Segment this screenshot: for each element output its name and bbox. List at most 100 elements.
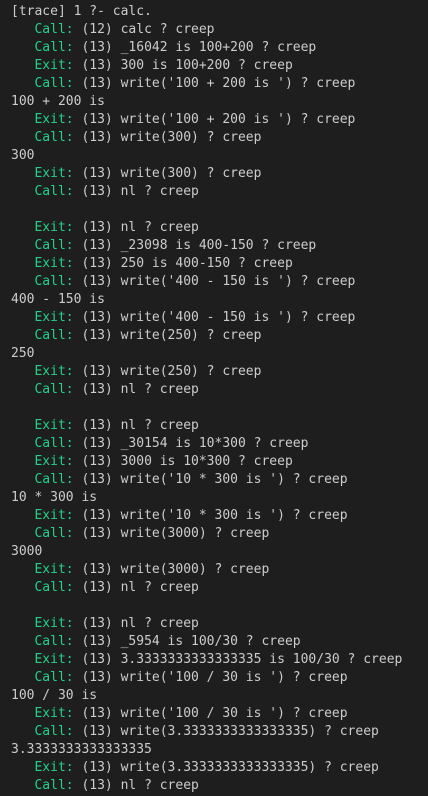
- trace-line: Call: (13) write('10 * 300 is ') ? creep: [11, 471, 428, 489]
- trace-goal-text: (13) nl ? creep: [73, 778, 199, 793]
- trace-goal-text: (13) write('400 - 150 is ') ? creep: [73, 310, 356, 325]
- trace-indent: [11, 58, 34, 73]
- terminal-output[interactable]: [trace] 1 ?- calc. Call: (12) calc ? cre…: [0, 0, 428, 796]
- trace-port-label: Exit:: [34, 706, 74, 721]
- trace-goal-text: (13) write(3000) ? creep: [73, 562, 270, 577]
- trace-line: Call: (13) write(250) ? creep: [11, 327, 428, 345]
- trace-line: Exit: (13) write('400 - 150 is ') ? cree…: [11, 309, 428, 327]
- trace-goal-text: (13) write('100 / 30 is ') ? creep: [73, 706, 348, 721]
- trace-line: Call: (13) write(300) ? creep: [11, 129, 428, 147]
- trace-goal-text: (12) calc ? creep: [73, 22, 215, 37]
- output-line: 100 / 30 is: [11, 688, 98, 703]
- trace-indent: [11, 670, 34, 685]
- trace-line: Exit: (13) 300 is 100+200 ? creep: [11, 57, 428, 75]
- trace-line: Exit: (13) nl ? creep: [11, 219, 428, 237]
- trace-indent: [11, 724, 34, 739]
- trace-line: Exit: (13) nl ? creep: [11, 417, 428, 435]
- output-line: 400 - 150 is: [11, 292, 105, 307]
- trace-port-label: Exit:: [34, 616, 74, 631]
- trace-goal-text: (13) write(300) ? creep: [73, 130, 262, 145]
- trace-goal-text: (13) nl ? creep: [73, 220, 199, 235]
- trace-indent: [11, 184, 34, 199]
- trace-indent: [11, 274, 34, 289]
- trace-indent: [11, 562, 34, 577]
- trace-goal-text: (13) write(3000) ? creep: [73, 526, 270, 541]
- output-line: [trace] 1 ?- calc.: [11, 4, 152, 19]
- trace-port-label: Call:: [34, 130, 74, 145]
- trace-port-label: Call:: [34, 184, 74, 199]
- trace-line: Exit: (13) write(250) ? creep: [11, 363, 428, 381]
- trace-line: Call: (13) write('100 / 30 is ') ? creep: [11, 669, 428, 687]
- trace-port-label: Exit:: [34, 112, 74, 127]
- trace-line: Exit: (13) write('100 + 200 is ') ? cree…: [11, 111, 428, 129]
- trace-indent: [11, 364, 34, 379]
- trace-goal-text: (13) write('10 * 300 is ') ? creep: [73, 508, 348, 523]
- trace-port-label: Exit:: [34, 760, 74, 775]
- trace-goal-text: (13) write('400 - 150 is ') ? creep: [73, 274, 356, 289]
- trace-goal-text: (13) nl ? creep: [73, 616, 199, 631]
- trace-goal-text: (13) nl ? creep: [73, 580, 199, 595]
- trace-port-label: Exit:: [34, 220, 74, 235]
- trace-goal-text: (13) nl ? creep: [73, 184, 199, 199]
- trace-line: Call: (13) _30154 is 10*300 ? creep: [11, 435, 428, 453]
- trace-line: Call: (13) write(3000) ? creep: [11, 525, 428, 543]
- trace-goal-text: (13) 300 is 100+200 ? creep: [73, 58, 293, 73]
- trace-indent: [11, 328, 34, 343]
- trace-line: Exit: (13) write(3000) ? creep: [11, 561, 428, 579]
- trace-port-label: Exit:: [34, 256, 74, 271]
- trace-port-label: Call:: [34, 472, 74, 487]
- trace-indent: [11, 76, 34, 91]
- trace-port-label: Call:: [34, 274, 74, 289]
- trace-goal-text: (13) write(300) ? creep: [73, 166, 262, 181]
- trace-indent: [11, 166, 34, 181]
- trace-goal-text: (13) write('100 + 200 is ') ? creep: [73, 76, 356, 91]
- trace-goal-text: (13) write('100 + 200 is ') ? creep: [73, 112, 356, 127]
- trace-indent: [11, 256, 34, 271]
- trace-line: Call: (13) nl ? creep: [11, 579, 428, 597]
- trace-port-label: Call:: [34, 436, 74, 451]
- trace-line: Exit: (13) write('100 / 30 is ') ? creep: [11, 705, 428, 723]
- trace-goal-text: (13) write(3.3333333333333335) ? creep: [73, 724, 379, 739]
- trace-indent: [11, 634, 34, 649]
- trace-goal-text: (13) _5954 is 100/30 ? creep: [73, 634, 301, 649]
- trace-port-label: Call:: [34, 724, 74, 739]
- output-line: 3000: [11, 544, 43, 559]
- trace-port-label: Exit:: [34, 652, 74, 667]
- trace-port-label: Exit:: [34, 364, 74, 379]
- trace-line: Call: (13) write('100 + 200 is ') ? cree…: [11, 75, 428, 93]
- output-line: 300: [11, 148, 35, 163]
- trace-indent: [11, 112, 34, 127]
- trace-line: Exit: (13) write(300) ? creep: [11, 165, 428, 183]
- trace-port-label: Call:: [34, 76, 74, 91]
- trace-port-label: Exit:: [34, 58, 74, 73]
- trace-indent: [11, 382, 34, 397]
- trace-goal-text: (13) 3.3333333333333335 is 100/30 ? cree…: [73, 652, 403, 667]
- trace-line: Exit: (13) write(3.3333333333333335) ? c…: [11, 759, 428, 777]
- trace-indent: [11, 310, 34, 325]
- output-line: 3.3333333333333335: [11, 742, 152, 757]
- trace-line: Exit: (13) nl ? creep: [11, 615, 428, 633]
- trace-port-label: Call:: [34, 238, 74, 253]
- trace-line: Call: (13) _5954 is 100/30 ? creep: [11, 633, 428, 651]
- trace-line: Call: (13) write('400 - 150 is ') ? cree…: [11, 273, 428, 291]
- output-line: 250: [11, 346, 35, 361]
- trace-goal-text: (13) write(250) ? creep: [73, 364, 262, 379]
- trace-goal-text: (13) 250 is 400-150 ? creep: [73, 256, 293, 271]
- trace-port-label: Call:: [34, 634, 74, 649]
- trace-indent: [11, 760, 34, 775]
- trace-line: Exit: (13) write('10 * 300 is ') ? creep: [11, 507, 428, 525]
- trace-indent: [11, 778, 34, 793]
- trace-port-label: Call:: [34, 670, 74, 685]
- trace-indent: [11, 706, 34, 721]
- trace-indent: [11, 580, 34, 595]
- trace-port-label: Exit:: [34, 562, 74, 577]
- trace-goal-text: (13) _30154 is 10*300 ? creep: [73, 436, 309, 451]
- trace-indent: [11, 130, 34, 145]
- trace-indent: [11, 238, 34, 253]
- trace-indent: [11, 436, 34, 451]
- output-line: 100 + 200 is: [11, 94, 105, 109]
- trace-line: Call: (13) nl ? creep: [11, 183, 428, 201]
- trace-line: Exit: (13) 3.3333333333333335 is 100/30 …: [11, 651, 428, 669]
